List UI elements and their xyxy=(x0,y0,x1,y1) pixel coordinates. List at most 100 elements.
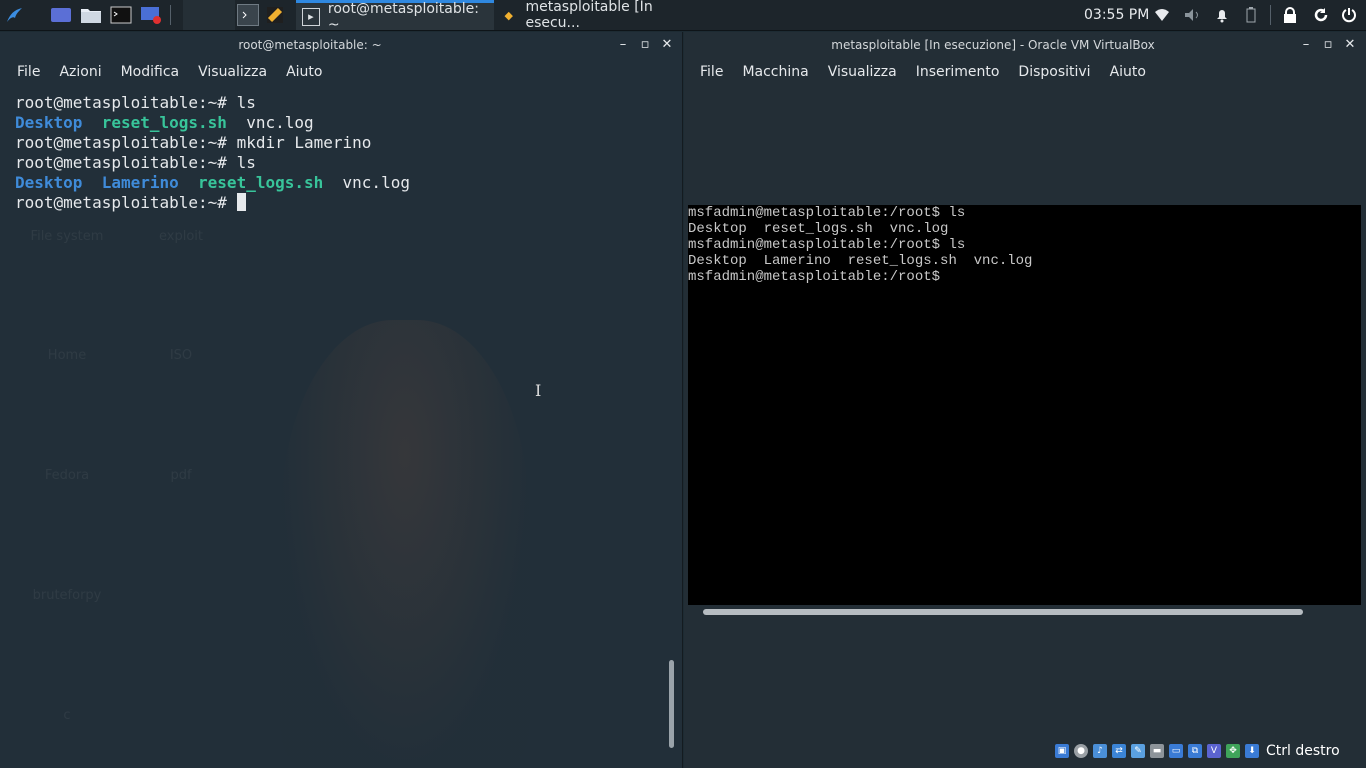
virtualbox-icon: ◆ xyxy=(504,8,513,22)
command: ls xyxy=(236,93,256,112)
desktop-icon-label: exploit xyxy=(159,229,203,244)
console-line: msfadmin@metasploitable:/root$ ls xyxy=(688,237,966,253)
console-line: msfadmin@metasploitable:/root$ xyxy=(688,269,941,285)
dir-entry: Desktop xyxy=(15,113,83,132)
prompt: root@metasploitable:~# xyxy=(15,193,237,212)
terminal-line: root@metasploitable:~# ls xyxy=(15,93,410,113)
lock-icon[interactable] xyxy=(1283,0,1297,30)
file-entry: vnc.log xyxy=(246,113,314,132)
wifi-icon[interactable] xyxy=(1154,0,1170,30)
vbox-title: metasploitable [In esecuzione] - Oracle … xyxy=(831,38,1155,52)
close-icon[interactable]: ✕ xyxy=(1342,36,1358,52)
terminal-line: root@metasploitable:~# ls xyxy=(15,153,410,173)
file-manager-icon[interactable] xyxy=(80,4,102,26)
menu-file[interactable]: File xyxy=(17,64,40,80)
task-label: metasploitable [In esecu... xyxy=(525,0,653,31)
terminal-line: Desktop reset_logs.sh vnc.log xyxy=(15,113,410,133)
command: mkdir Lamerino xyxy=(236,133,372,152)
kali-dragon-icon[interactable] xyxy=(4,4,26,26)
terminal-title: root@metasploitable: ~ xyxy=(238,38,382,52)
dir-entry: Lamerino xyxy=(101,173,179,192)
i-beam-cursor-icon: I xyxy=(535,381,542,400)
desktop-icon-label: pdf xyxy=(170,468,192,483)
top-panel: ▸ root@metasploitable: ~ ◆ metasploitabl… xyxy=(0,0,1366,33)
dir-entry: Desktop xyxy=(15,173,83,192)
audio-icon[interactable]: ♪ xyxy=(1093,744,1107,758)
terminal-icon[interactable] xyxy=(110,4,132,26)
power-icon[interactable] xyxy=(1341,0,1357,30)
display-icon[interactable]: ▭ xyxy=(1169,744,1183,758)
maximize-icon[interactable]: ▫ xyxy=(637,36,653,52)
desktop-icon-label: bruteforpy xyxy=(32,588,102,603)
task-terminal[interactable]: ▸ root@metasploitable: ~ xyxy=(296,0,494,33)
virtualbox-icon[interactable] xyxy=(264,4,286,26)
usb-icon[interactable]: ✎ xyxy=(1131,744,1145,758)
menu-visualizza[interactable]: Visualizza xyxy=(198,64,267,80)
menu-aiuto[interactable]: Aiuto xyxy=(1110,64,1146,80)
hard-disk-icon[interactable]: ▣ xyxy=(1055,744,1069,758)
file-entry: vnc.log xyxy=(342,173,410,192)
clock[interactable]: 03:55 PM xyxy=(1084,0,1149,30)
menu-inserimento[interactable]: Inserimento xyxy=(916,64,1000,80)
network-icon[interactable]: ⇄ xyxy=(1112,744,1126,758)
prompt: root@metasploitable:~# xyxy=(15,93,237,112)
menu-modifica[interactable]: Modifica xyxy=(121,64,180,80)
bell-icon[interactable] xyxy=(1214,0,1230,30)
task-virtualbox[interactable]: ◆ metasploitable [In esecu... xyxy=(496,0,706,31)
menu-azioni[interactable]: Azioni xyxy=(59,64,101,80)
mouse-integration-icon[interactable]: ✥ xyxy=(1226,744,1240,758)
prompt: root@metasploitable:~# xyxy=(15,133,237,152)
refresh-icon[interactable] xyxy=(1313,0,1329,30)
menu-visualizza[interactable]: Visualizza xyxy=(828,64,897,80)
vm-scrollbar-thumb[interactable] xyxy=(703,609,1303,615)
terminal-icon[interactable] xyxy=(237,4,259,26)
minimize-icon[interactable]: – xyxy=(1298,36,1314,52)
exe-entry: reset_logs.sh xyxy=(101,113,227,132)
menu-aiuto[interactable]: Aiuto xyxy=(286,64,322,80)
task-label: root@metasploitable: ~ xyxy=(327,0,479,33)
desktop-icon-label: c xyxy=(63,708,71,723)
terminal-line: root@metasploitable:~# mkdir Lamerino xyxy=(15,133,410,153)
hooded-figure-wallpaper xyxy=(280,320,530,768)
workspace-switcher[interactable] xyxy=(183,0,235,30)
terminal-icon: ▸ xyxy=(302,7,320,26)
keyboard-icon[interactable]: ⬇ xyxy=(1245,744,1259,758)
close-icon[interactable]: ✕ xyxy=(659,36,675,52)
menu-file[interactable]: File xyxy=(700,64,723,80)
desktop-icon-label: Fedora xyxy=(44,468,90,483)
battery-icon[interactable] xyxy=(1246,0,1256,30)
desktop-icon-label: ISO xyxy=(169,348,193,363)
console-line: msfadmin@metasploitable:/root$ ls xyxy=(688,205,966,221)
screen-recorder-icon[interactable] xyxy=(140,4,162,26)
volume-icon[interactable] xyxy=(1184,0,1202,30)
terminal-line: Desktop Lamerino reset_logs.sh vnc.log xyxy=(15,173,410,193)
vm-console: msfadmin@metasploitable:/root$ ls Desktop… xyxy=(688,205,1032,285)
terminal-menubar: File Azioni Modifica Visualizza Aiuto xyxy=(17,58,341,86)
terminal-scrollbar[interactable] xyxy=(667,86,677,750)
panel-divider xyxy=(170,5,171,25)
terminal-output[interactable]: root@metasploitable:~# ls Desktop reset_l… xyxy=(15,93,410,213)
terminal-scrollbar-thumb[interactable] xyxy=(669,660,674,748)
panel-divider xyxy=(1270,5,1271,25)
prompt: root@metasploitable:~# xyxy=(15,153,237,172)
terminal-line: root@metasploitable:~# xyxy=(15,193,410,213)
vbox-menubar: File Macchina Visualizza Inserimento Dis… xyxy=(700,58,1165,86)
minimize-icon[interactable]: – xyxy=(615,36,631,52)
optical-drive-icon[interactable]: ● xyxy=(1074,744,1088,758)
recording-icon[interactable]: ⧉ xyxy=(1188,744,1202,758)
text-cursor xyxy=(236,193,246,211)
desktop-icon-label: Home xyxy=(47,348,87,363)
exe-entry: reset_logs.sh xyxy=(198,173,324,192)
show-desktop-icon[interactable] xyxy=(50,4,72,26)
maximize-icon[interactable]: ▫ xyxy=(1320,36,1336,52)
menu-macchina[interactable]: Macchina xyxy=(742,64,808,80)
console-line: Desktop Lamerino reset_logs.sh vnc.log xyxy=(688,253,1033,269)
menu-dispositivi[interactable]: Dispositivi xyxy=(1018,64,1090,80)
command: ls xyxy=(236,153,256,172)
console-line: Desktop reset_logs.sh vnc.log xyxy=(688,221,949,237)
vbox-status-bar: ▣ ● ♪ ⇄ ✎ ▬ ▭ ⧉ V ✥ ⬇ Ctrl destro xyxy=(1055,742,1340,760)
shared-folder-icon[interactable]: ▬ xyxy=(1150,744,1164,758)
desktop-icon-label: File system xyxy=(30,229,104,244)
virtualization-icon[interactable]: V xyxy=(1207,744,1221,758)
host-key-label: Ctrl destro xyxy=(1266,743,1340,759)
